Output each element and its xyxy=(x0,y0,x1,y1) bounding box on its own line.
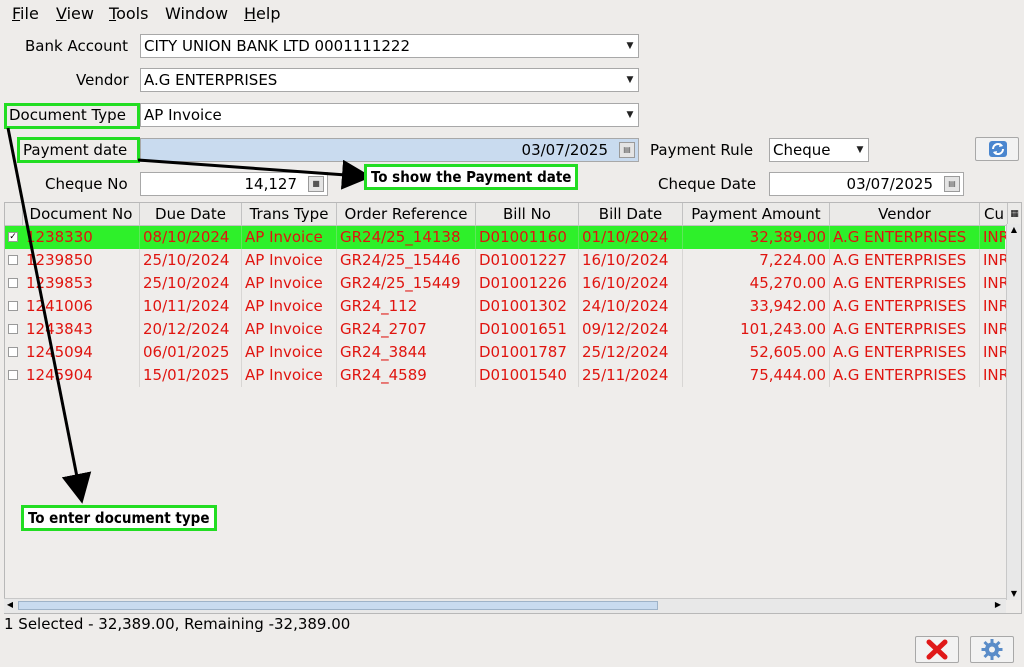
ok-button[interactable] xyxy=(970,636,1014,663)
payment-date-arrow xyxy=(137,158,372,190)
annotation-arrows xyxy=(6,127,372,504)
cancel-x-icon xyxy=(926,639,948,660)
document-type-arrow xyxy=(6,127,92,504)
status-bar-text: 1 Selected - 32,389.00, Remaining -32,38… xyxy=(4,615,351,633)
cancel-button[interactable] xyxy=(915,636,959,663)
payment-date-note: To show the Payment date xyxy=(364,164,579,190)
gear-icon xyxy=(981,639,1003,660)
document-type-note: To enter document type xyxy=(21,505,217,531)
